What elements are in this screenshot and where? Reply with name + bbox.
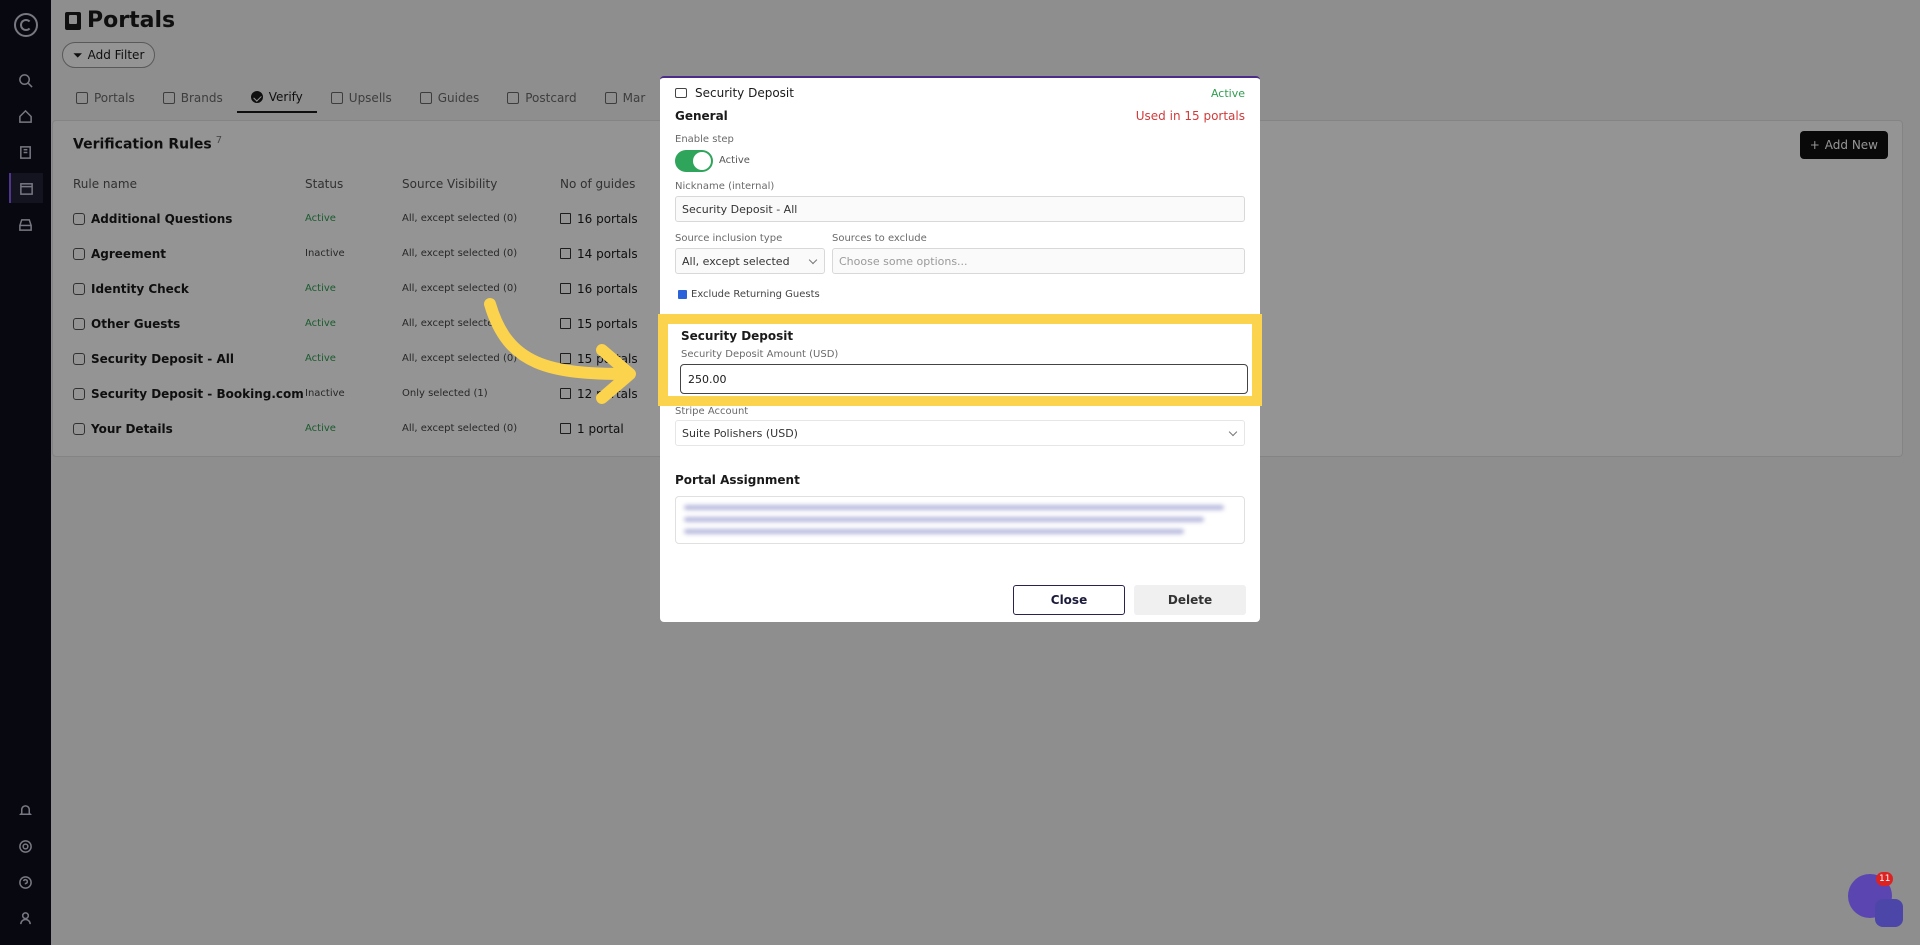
inclusion-type-select[interactable]: All, except selected (675, 248, 825, 274)
exclude-returning-checkbox[interactable]: Exclude Returning Guests (678, 289, 820, 300)
sources-exclude-label: Sources to exclude (832, 233, 927, 244)
nickname-input[interactable]: Security Deposit - All (675, 196, 1245, 222)
chevron-down-icon (808, 255, 818, 265)
enable-step-label: Enable step (675, 134, 734, 145)
security-deposit-highlight: Security Deposit Security Deposit Amount… (658, 314, 1262, 406)
toggle-label: Active (719, 155, 750, 166)
messenger-icon[interactable] (1875, 899, 1903, 927)
used-in-portals: Used in 15 portals (1135, 109, 1245, 123)
section-security-deposit: Security Deposit (681, 329, 794, 343)
stripe-account-label: Stripe Account (675, 406, 749, 417)
portal-assignment-list[interactable] (675, 496, 1245, 544)
credit-card-icon (675, 88, 687, 98)
section-portal-assignment: Portal Assignment (675, 473, 800, 487)
delete-button[interactable]: Delete (1134, 585, 1246, 615)
chevron-down-icon (1228, 427, 1238, 437)
section-general: General (675, 109, 728, 123)
close-button[interactable]: Close (1013, 585, 1125, 615)
chat-notification-badge: 11 (1876, 872, 1894, 886)
nickname-label: Nickname (internal) (675, 181, 775, 192)
blurred-content (684, 517, 1204, 522)
enable-step-toggle[interactable] (675, 150, 713, 172)
sources-exclude-input[interactable]: Choose some options... (832, 248, 1245, 274)
stripe-account-select[interactable]: Suite Polishers (USD) (675, 420, 1245, 446)
deposit-amount-input[interactable]: 250.00 (680, 364, 1248, 394)
blurred-content (684, 529, 1184, 534)
modal-title: Security Deposit (695, 86, 794, 100)
modal-status-badge: Active (1210, 87, 1245, 100)
blurred-content (684, 505, 1224, 510)
security-deposit-modal: Security Deposit Active General Used in … (658, 76, 1262, 622)
deposit-amount-label: Security Deposit Amount (USD) (681, 349, 839, 360)
inclusion-type-label: Source inclusion type (675, 233, 783, 244)
checkbox-checked-icon (678, 290, 687, 299)
modal-header: Security Deposit (675, 86, 794, 100)
annotation-arrow-icon (484, 298, 636, 404)
